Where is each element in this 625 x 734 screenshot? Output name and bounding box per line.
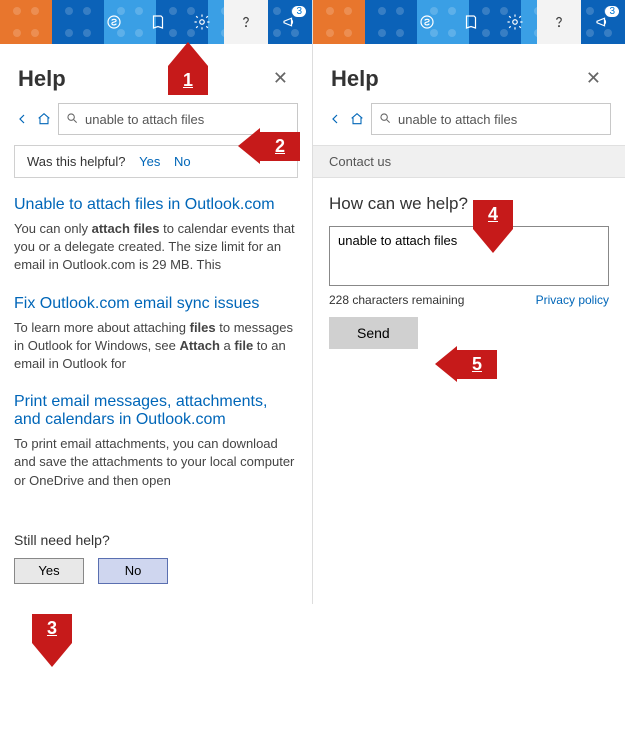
still-yes-button[interactable]: Yes bbox=[14, 558, 84, 584]
search-icon bbox=[378, 111, 392, 128]
top-bar: 3 bbox=[313, 0, 625, 44]
home-icon[interactable] bbox=[349, 111, 365, 127]
still-need-question: Still need help? bbox=[14, 532, 298, 548]
how-can-we-help-label: How can we help? bbox=[329, 194, 609, 214]
result-title[interactable]: Unable to attach files in Outlook.com bbox=[14, 196, 298, 214]
skype-icon[interactable] bbox=[92, 0, 136, 44]
settings-icon[interactable] bbox=[180, 0, 224, 44]
search-input[interactable] bbox=[392, 112, 604, 127]
panel-title: Help bbox=[331, 66, 580, 92]
skype-icon[interactable] bbox=[405, 0, 449, 44]
send-button[interactable]: Send bbox=[329, 317, 418, 349]
still-need-help: Still need help? Yes No bbox=[0, 524, 312, 604]
notification-badge: 3 bbox=[605, 6, 619, 17]
annotation-arrow: 3 bbox=[32, 614, 72, 667]
helpful-no[interactable]: No bbox=[174, 154, 191, 169]
result-title[interactable]: Print email messages, attachments, and c… bbox=[14, 393, 298, 429]
notes-icon[interactable] bbox=[449, 0, 493, 44]
top-bar: 3 bbox=[0, 0, 312, 44]
search-result: Fix Outlook.com email sync issues To lea… bbox=[14, 295, 298, 374]
megaphone-icon[interactable]: 3 bbox=[581, 0, 625, 44]
helpful-question: Was this helpful? bbox=[27, 154, 126, 169]
result-snippet: To print email attachments, you can down… bbox=[14, 435, 298, 490]
help-icon[interactable] bbox=[224, 0, 268, 44]
search-input[interactable] bbox=[79, 112, 291, 127]
results-list: Unable to attach files in Outlook.com Yo… bbox=[0, 192, 312, 524]
search-result: Print email messages, attachments, and c… bbox=[14, 393, 298, 490]
privacy-policy-link[interactable]: Privacy policy bbox=[536, 293, 609, 307]
notes-icon[interactable] bbox=[136, 0, 180, 44]
helpful-yes[interactable]: Yes bbox=[139, 154, 160, 169]
search-result: Unable to attach files in Outlook.com Yo… bbox=[14, 196, 298, 275]
back-icon[interactable] bbox=[327, 111, 343, 127]
search-icon bbox=[65, 111, 79, 128]
result-snippet: You can only attach files to calendar ev… bbox=[14, 220, 298, 275]
panel-title: Help bbox=[18, 66, 267, 92]
helpful-box: Was this helpful? Yes No bbox=[14, 145, 298, 178]
back-icon[interactable] bbox=[14, 111, 30, 127]
search-box[interactable] bbox=[371, 103, 611, 135]
settings-icon[interactable] bbox=[493, 0, 537, 44]
megaphone-icon[interactable]: 3 bbox=[268, 0, 312, 44]
help-message-input[interactable] bbox=[329, 226, 609, 286]
result-title[interactable]: Fix Outlook.com email sync issues bbox=[14, 295, 298, 313]
still-no-button[interactable]: No bbox=[98, 558, 168, 584]
notification-badge: 3 bbox=[292, 6, 306, 17]
help-search-panel: 3 Help ✕ Was this helpful? Yes No Unable… bbox=[0, 0, 313, 604]
help-icon[interactable] bbox=[537, 0, 581, 44]
search-box[interactable] bbox=[58, 103, 298, 135]
close-icon[interactable]: ✕ bbox=[580, 64, 607, 93]
close-icon[interactable]: ✕ bbox=[267, 64, 294, 93]
result-snippet: To learn more about attaching files to m… bbox=[14, 319, 298, 374]
chars-remaining: 228 characters remaining bbox=[329, 293, 464, 307]
contact-us-header: Contact us bbox=[313, 145, 625, 178]
home-icon[interactable] bbox=[36, 111, 52, 127]
help-contact-panel: 3 Help ✕ Contact us How can we help? 228… bbox=[313, 0, 625, 604]
